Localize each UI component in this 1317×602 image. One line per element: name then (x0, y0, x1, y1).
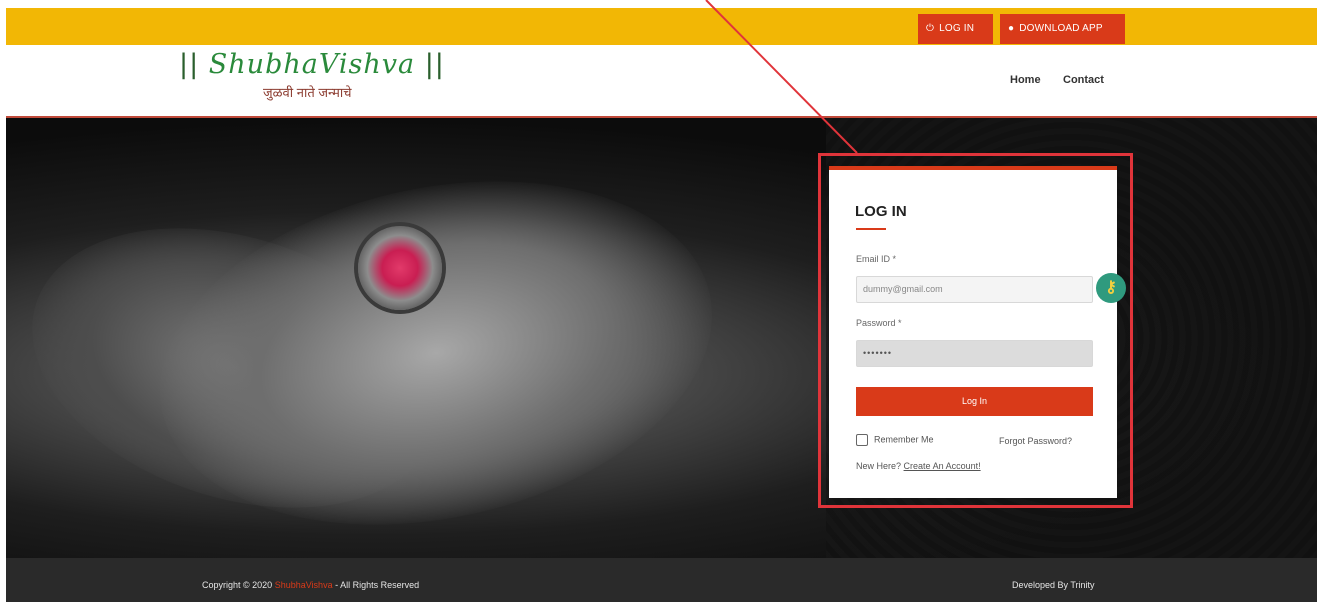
site-footer: Copyright © 2020 ShubhaVishva - All Righ… (6, 558, 1317, 602)
annotation-arrow (705, 0, 858, 154)
copyright-suffix: - All Rights Reserved (335, 580, 420, 590)
developed-by: Developed By Trinity (1012, 580, 1095, 590)
copyright: Copyright © 2020 ShubhaVishva - All Righ… (202, 580, 419, 590)
footer-brand-link[interactable]: ShubhaVishva (275, 580, 333, 590)
copyright-prefix: Copyright © 2020 (202, 580, 273, 590)
